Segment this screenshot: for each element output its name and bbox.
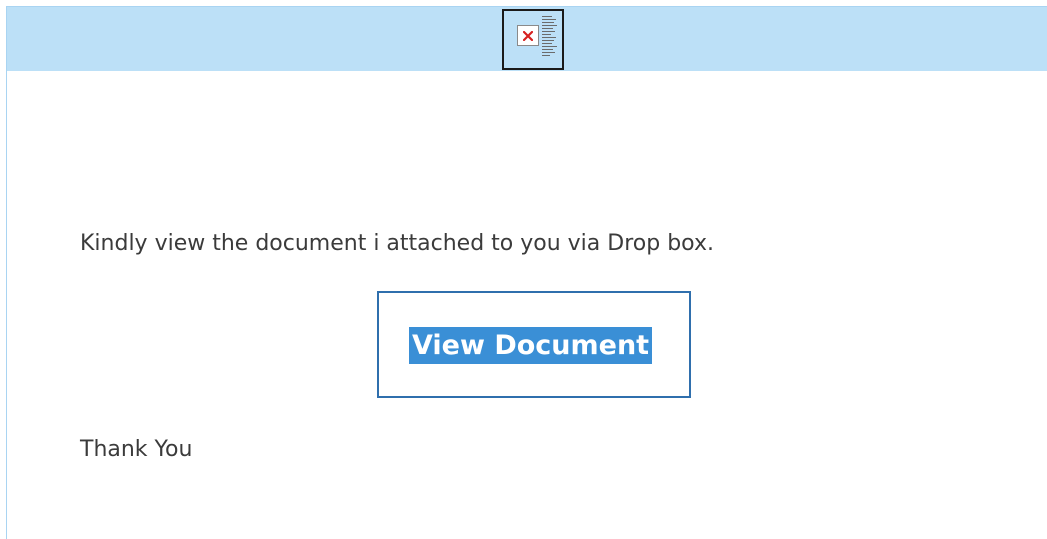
broken-image-icon <box>517 25 539 46</box>
cta-box: View Document <box>377 291 691 398</box>
email-body-frame: Kindly view the document i attached to y… <box>6 6 1047 539</box>
image-alt-text <box>542 16 558 58</box>
header-logo-image <box>502 9 564 70</box>
view-document-button[interactable]: View Document <box>409 327 653 364</box>
closing-text: Thank You <box>80 437 193 462</box>
message-text: Kindly view the document i attached to y… <box>80 231 714 256</box>
email-header-band <box>7 7 1047 71</box>
